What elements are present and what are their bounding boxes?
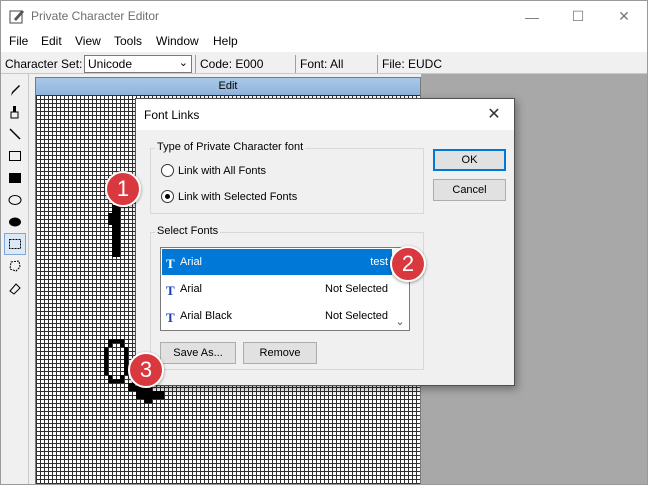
chevron-down-icon: ⌄ <box>178 57 188 69</box>
radio-label: Link with Selected Fonts <box>178 190 298 203</box>
freeform-selection-icon[interactable] <box>5 256 25 276</box>
menu-bar: File Edit View Tools Window Help <box>1 32 647 52</box>
filled-ellipse-icon[interactable] <box>5 212 25 232</box>
menu-window[interactable]: Window <box>156 34 199 48</box>
brush-icon[interactable] <box>5 102 25 122</box>
edit-window-title: Edit <box>36 78 420 95</box>
callout-badge-1: 1 <box>105 171 141 207</box>
save-as-button[interactable]: Save As... <box>160 342 236 364</box>
close-button[interactable]: ✕ <box>601 1 647 32</box>
scroll-down-icon[interactable]: ⌄ <box>393 314 407 328</box>
select-fonts-legend: Select Fonts <box>155 225 221 237</box>
font-name: Arial Black <box>180 310 232 322</box>
truetype-font-icon: T <box>166 256 175 271</box>
truetype-font-icon: T <box>166 310 175 325</box>
dialog-close-button[interactable]: ✕ <box>482 104 506 124</box>
ok-button[interactable]: OK <box>433 149 506 171</box>
divider <box>377 55 378 73</box>
radio-link-selected-fonts[interactable]: Link with Selected Fonts <box>161 190 297 203</box>
maximize-button[interactable]: ☐ <box>555 1 601 32</box>
character-info-bar: Character Set: Unicode ⌄ Code: E000 Font… <box>1 53 647 74</box>
font-value: Font: All <box>300 57 344 71</box>
remove-button[interactable]: Remove <box>243 342 317 364</box>
radio-button[interactable] <box>161 164 174 177</box>
radio-label: Link with All Fonts <box>178 164 267 177</box>
menu-view[interactable]: View <box>75 34 101 48</box>
minimize-button[interactable]: — <box>509 1 555 32</box>
character-set-label: Character Set: <box>5 57 83 71</box>
app-window: Private Character Editor — ☐ ✕ File Edit… <box>0 0 648 485</box>
eraser-icon[interactable] <box>5 278 25 298</box>
app-icon <box>9 10 24 24</box>
font-list[interactable]: T Arial test T Arial Not Selected T Aria… <box>160 247 410 331</box>
rectangular-selection-icon[interactable] <box>4 233 26 255</box>
toolbox <box>1 74 29 484</box>
filled-rectangle-icon[interactable] <box>5 168 25 188</box>
divider <box>295 55 296 73</box>
font-status: Not Selected <box>325 283 388 295</box>
character-set-value: Unicode <box>88 57 133 71</box>
code-value: Code: E000 <box>200 57 264 71</box>
radio-link-all-fonts[interactable]: Link with All Fonts <box>161 164 266 177</box>
callout-badge-2: 2 <box>390 246 426 282</box>
menu-tools[interactable]: Tools <box>114 34 142 48</box>
list-item[interactable]: T Arial test <box>162 249 392 275</box>
font-type-legend: Type of Private Character font <box>155 141 306 153</box>
font-status: test <box>370 256 388 268</box>
hollow-ellipse-icon[interactable] <box>5 190 25 210</box>
pencil-icon[interactable] <box>5 80 25 100</box>
menu-help[interactable]: Help <box>213 34 238 48</box>
window-title: Private Character Editor <box>31 9 160 23</box>
dialog-title-bar: Font Links ✕ <box>136 99 514 130</box>
radio-button-checked[interactable] <box>161 190 174 203</box>
font-status: Not Selected <box>325 310 388 322</box>
line-icon[interactable] <box>5 124 25 144</box>
hollow-rectangle-icon[interactable] <box>5 146 25 166</box>
menu-edit[interactable]: Edit <box>41 34 62 48</box>
file-value: File: EUDC <box>382 57 443 71</box>
truetype-font-icon: T <box>166 283 175 298</box>
font-type-group: Type of Private Character font Link with… <box>150 141 424 214</box>
dialog-title: Font Links <box>144 108 200 122</box>
font-links-dialog: Font Links ✕ Type of Private Character f… <box>135 98 515 386</box>
callout-badge-3: 3 <box>128 352 164 388</box>
cancel-button[interactable]: Cancel <box>433 179 506 201</box>
font-name: Arial <box>180 256 203 268</box>
character-set-select[interactable]: Unicode ⌄ <box>84 55 192 73</box>
menu-file[interactable]: File <box>9 34 28 48</box>
title-bar: Private Character Editor — ☐ ✕ <box>1 1 647 32</box>
font-name: Arial <box>180 283 203 295</box>
list-item[interactable]: T Arial Black Not Selected <box>162 303 392 329</box>
list-item[interactable]: T Arial Not Selected <box>162 276 392 302</box>
divider <box>195 55 196 73</box>
